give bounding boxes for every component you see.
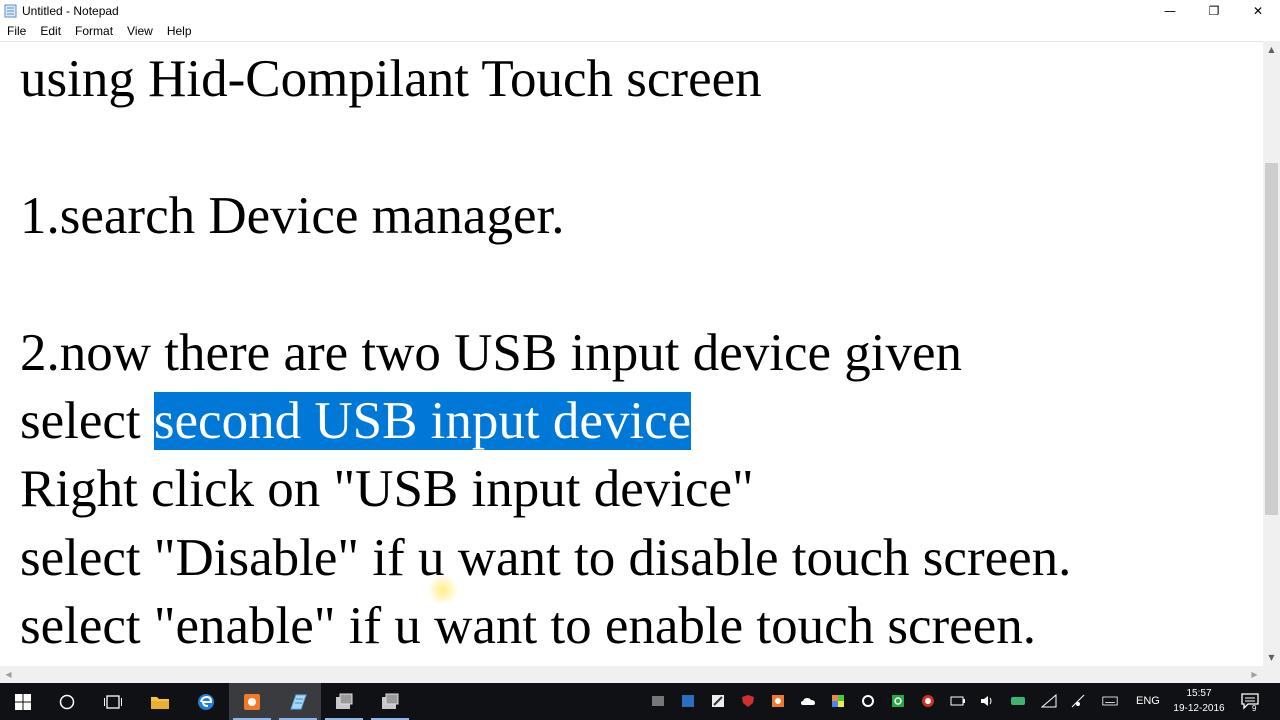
notification-count: 9 <box>1252 704 1257 713</box>
app-icon-2[interactable] <box>367 683 413 720</box>
tray-device-icon[interactable] <box>1010 693 1026 709</box>
scroll-down-icon[interactable]: ▼ <box>1263 649 1280 666</box>
menu-bar: File Edit Format View Help <box>0 22 1280 41</box>
edge-icon[interactable] <box>183 683 229 720</box>
language-indicator[interactable]: ENG <box>1136 695 1160 707</box>
clock[interactable]: 15:57 19-12-2016 <box>1168 686 1230 716</box>
action-center-icon[interactable] <box>1240 692 1260 710</box>
notepad-app-icon <box>4 4 17 18</box>
title-bar[interactable]: Untitled - Notepad — ❐ ✕ <box>0 0 1280 22</box>
tray-tools-icon[interactable] <box>710 693 726 709</box>
task-view-icon[interactable] <box>90 683 136 720</box>
scroll-up-icon[interactable]: ▲ <box>1263 41 1280 58</box>
text-line-3: 1.search Device manager. <box>20 187 565 245</box>
maximize-button[interactable]: ❐ <box>1192 0 1236 22</box>
tray-battery-icon[interactable] <box>950 693 966 709</box>
scroll-left-icon[interactable]: ◀ <box>0 666 17 683</box>
tray-color-icon[interactable] <box>830 693 846 709</box>
mouse-cursor-highlight <box>428 575 458 605</box>
tray-onedrive-icon[interactable] <box>800 693 816 709</box>
screen-recorder-icon[interactable] <box>229 683 275 720</box>
vertical-scrollbar[interactable]: ▲ ▼ <box>1263 41 1280 666</box>
notepad-icon[interactable] <box>275 683 321 720</box>
tray-utility-icon[interactable] <box>860 693 876 709</box>
text-line-5: 2.now there are two USB input device giv… <box>20 324 962 382</box>
cortana-icon[interactable] <box>44 683 90 720</box>
minimize-button[interactable]: — <box>1148 0 1192 22</box>
start-icon[interactable] <box>0 683 46 720</box>
horizontal-scrollbar[interactable]: ◀ ▶ <box>0 666 1263 683</box>
vertical-scroll-thumb[interactable] <box>1265 163 1278 515</box>
network-icon[interactable] <box>1070 693 1086 709</box>
selected-text[interactable]: second USB input device <box>153 392 692 450</box>
text-editor[interactable]: using Hid-Compilant Touch screen 1.searc… <box>0 41 1263 666</box>
wifi-icon[interactable] <box>1041 693 1057 709</box>
file-explorer-icon[interactable] <box>137 683 183 720</box>
tray-bluetooth-icon[interactable] <box>680 693 696 709</box>
tray-antivirus-icon[interactable] <box>740 693 756 709</box>
menu-edit[interactable]: Edit <box>33 22 68 41</box>
close-button[interactable]: ✕ <box>1236 0 1280 22</box>
menu-help[interactable]: Help <box>160 22 199 41</box>
menu-file[interactable]: File <box>0 22 33 41</box>
tray-recorder-icon[interactable] <box>770 693 786 709</box>
text-line-7: Right click on "USB input device" <box>20 460 754 518</box>
keyboard-icon[interactable] <box>1102 693 1118 709</box>
text-line-1: using Hid-Compilant Touch screen <box>20 50 762 108</box>
text-line-9: select "enable" if u want to enable touc… <box>20 597 1036 655</box>
app-icon-1[interactable] <box>321 683 367 720</box>
taskbar <box>0 683 1280 720</box>
text-before-selection: select <box>20 392 154 450</box>
text-line-8: select "Disable" if u want to disable to… <box>20 529 1072 587</box>
text-line-6: select second USB input device <box>20 390 692 452</box>
tray-app-icon[interactable] <box>650 693 666 709</box>
tray-q-icon[interactable] <box>890 693 906 709</box>
window-title: Untitled - Notepad <box>22 4 119 18</box>
menu-format[interactable]: Format <box>68 22 120 41</box>
scrollbar-corner <box>1263 666 1280 683</box>
clock-date: 19-12-2016 <box>1173 703 1225 714</box>
scroll-right-icon[interactable]: ▶ <box>1246 666 1263 683</box>
clock-time: 15:57 <box>1186 688 1212 699</box>
menu-view[interactable]: View <box>120 22 160 41</box>
tray-security-icon[interactable] <box>920 693 936 709</box>
volume-icon[interactable] <box>980 693 996 709</box>
